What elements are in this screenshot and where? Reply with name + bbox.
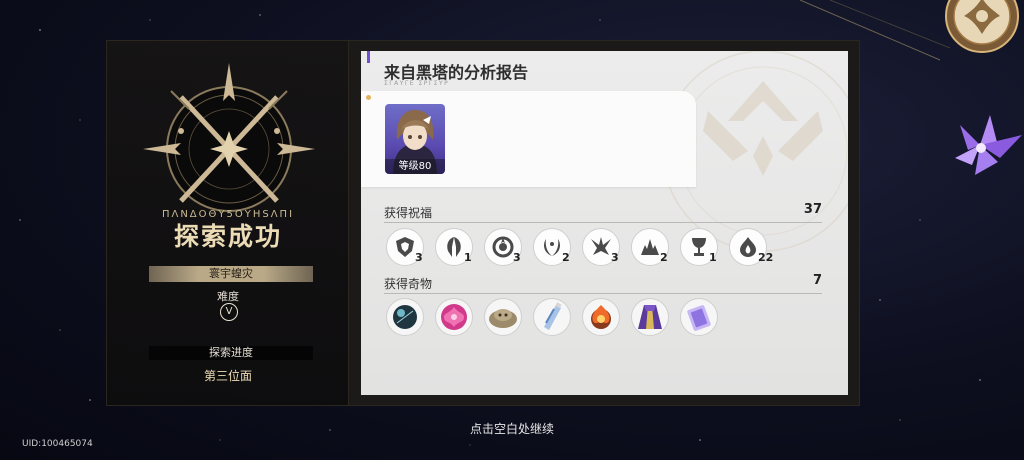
continue-hint[interactable]: 点击空白处继续 bbox=[0, 420, 1024, 437]
uid-label: UID:100465074 bbox=[22, 439, 93, 449]
curio-item[interactable] bbox=[679, 297, 721, 339]
card-dot-icon bbox=[366, 95, 371, 100]
curios-count: 7 bbox=[812, 273, 822, 288]
blessing-item[interactable]: 1 bbox=[434, 227, 476, 269]
blessing-count: 3 bbox=[415, 251, 423, 264]
blessing-count: 1 bbox=[709, 251, 717, 264]
blessing-count: 22 bbox=[758, 251, 774, 264]
difficulty-roman-icon: V bbox=[220, 303, 238, 321]
remembrance-icon bbox=[447, 237, 461, 257]
curio-circle bbox=[435, 298, 473, 336]
fire-orb-curio-icon bbox=[591, 305, 611, 329]
dark-orb-curio-icon bbox=[393, 305, 417, 329]
curio-circle bbox=[631, 298, 669, 336]
curio-item[interactable] bbox=[532, 297, 574, 339]
result-title: 探索成功 bbox=[173, 222, 282, 251]
progress-label-bar: 探索进度 bbox=[149, 346, 313, 360]
blessing-item[interactable]: 2 bbox=[630, 227, 672, 269]
curios-title: 获得奇物 bbox=[384, 277, 433, 291]
character-level: 等级80 bbox=[385, 159, 445, 174]
character-portrait[interactable]: 等级80 bbox=[385, 104, 445, 174]
blessings-title: 获得祝福 bbox=[384, 206, 433, 220]
chalice-icon bbox=[692, 238, 706, 256]
ticket-curio-icon bbox=[687, 305, 711, 331]
progress-value: 第三位面 bbox=[203, 369, 252, 383]
world-name-bar: 寰宇蝗灾 bbox=[149, 266, 313, 282]
pink-flower-curio-icon bbox=[441, 304, 467, 330]
curio-item[interactable] bbox=[434, 297, 476, 339]
curio-circle bbox=[533, 298, 571, 336]
preservation-shield-icon bbox=[396, 237, 414, 257]
curio-item[interactable] bbox=[385, 297, 427, 339]
blessing-count: 2 bbox=[660, 251, 668, 264]
curio-item[interactable] bbox=[630, 297, 672, 339]
blessing-count: 2 bbox=[562, 251, 570, 264]
rock-creature-curio-icon bbox=[489, 309, 517, 328]
blessing-count: 3 bbox=[611, 251, 619, 264]
laurel-icon bbox=[544, 239, 560, 256]
curio-circle bbox=[386, 298, 424, 336]
report-sheet: 来自黑塔的分析报告 ΣΓΑΥΓΕ ΣΡΓΣΥΡ 等级80 获得祝福 37 3 1… bbox=[361, 51, 848, 395]
curio-item[interactable] bbox=[581, 297, 623, 339]
propagation-flame-icon bbox=[740, 237, 756, 257]
curio-circle bbox=[680, 298, 718, 336]
blessing-item[interactable]: 3 bbox=[581, 227, 623, 269]
blessing-item[interactable]: 2 bbox=[532, 227, 574, 269]
purple-flower-decoration bbox=[955, 115, 1022, 175]
abundance-icon bbox=[492, 236, 514, 258]
destruction-path-emblem-icon bbox=[143, 63, 315, 212]
blessing-count: 3 bbox=[513, 251, 521, 264]
blessing-item[interactable]: 22 bbox=[728, 227, 774, 269]
blessing-item[interactable]: 3 bbox=[385, 227, 427, 269]
curios-header: 获得奇物 7 bbox=[384, 273, 822, 294]
blessings-header: 获得祝福 37 bbox=[384, 202, 822, 223]
report-subtitle: ΣΓΑΥΓΕ ΣΡΓΣΥΡ bbox=[384, 80, 450, 87]
blessing-count: 1 bbox=[464, 251, 472, 264]
blessings-count: 37 bbox=[803, 202, 822, 217]
title-accent-bar bbox=[367, 51, 370, 63]
analysis-report-panel: 来自黑塔的分析报告 ΣΓΑΥΓΕ ΣΡΓΣΥΡ 等级80 获得祝福 37 3 1… bbox=[348, 40, 860, 406]
tube-curio-icon bbox=[544, 302, 562, 330]
curio-circle bbox=[484, 298, 522, 336]
curio-circle bbox=[582, 298, 620, 336]
nihility-icon bbox=[591, 237, 611, 255]
difficulty-label: 难度 bbox=[217, 290, 239, 303]
elation-icon bbox=[641, 239, 659, 255]
character-card: 等级80 bbox=[361, 91, 696, 187]
result-summary-panel: ΠΛΝΔΟΘΥ5ΟΥΗЅΛΠΙ 探索成功 寰宇蝗灾 难度 V 探索进度 第三位面 bbox=[106, 40, 350, 406]
currency-medal-icon[interactable] bbox=[944, 0, 1020, 54]
curio-item[interactable] bbox=[483, 297, 525, 339]
blessing-item[interactable]: 3 bbox=[483, 227, 525, 269]
purple-robe-curio-icon bbox=[638, 305, 662, 329]
blessing-item[interactable]: 1 bbox=[679, 227, 721, 269]
